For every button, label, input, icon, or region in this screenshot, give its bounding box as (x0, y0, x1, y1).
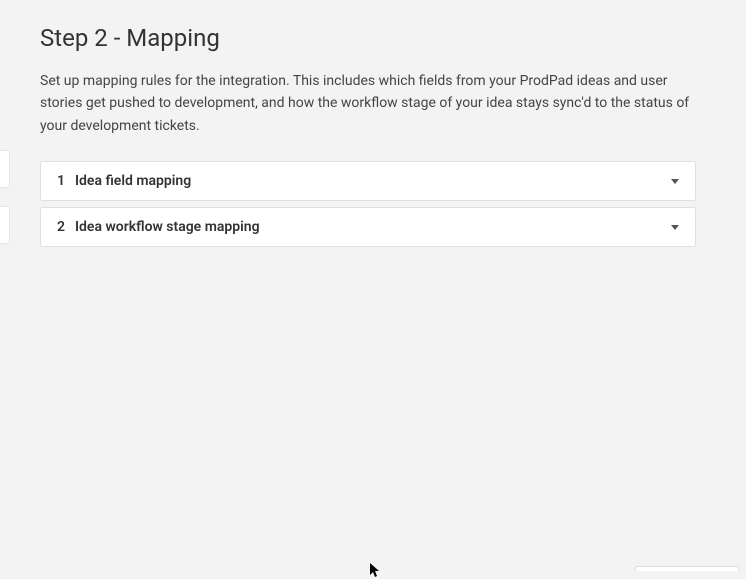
main-content: Step 2 - Mapping Set up mapping rules fo… (0, 0, 720, 271)
page-description: Set up mapping rules for the integration… (40, 70, 696, 137)
chevron-down-icon (671, 179, 679, 184)
accordion-header-left: 1 Idea field mapping (57, 173, 191, 189)
accordion-idea-workflow-stage-mapping[interactable]: 2 Idea workflow stage mapping (40, 207, 696, 247)
bottom-partial-button (635, 566, 739, 571)
cursor-icon (370, 563, 382, 579)
page-title: Step 2 - Mapping (40, 24, 696, 52)
accordion-header-left: 2 Idea workflow stage mapping (57, 219, 260, 235)
accordion-label: Idea field mapping (75, 173, 191, 189)
accordion-idea-field-mapping[interactable]: 1 Idea field mapping (40, 161, 696, 201)
accordion-number: 2 (57, 219, 65, 235)
side-divider-1 (0, 150, 10, 188)
accordion-list: 1 Idea field mapping 2 Idea workflow sta… (40, 161, 696, 247)
side-divider-2 (0, 206, 10, 244)
accordion-label: Idea workflow stage mapping (75, 219, 260, 235)
chevron-down-icon (671, 225, 679, 230)
accordion-number: 1 (57, 173, 65, 189)
